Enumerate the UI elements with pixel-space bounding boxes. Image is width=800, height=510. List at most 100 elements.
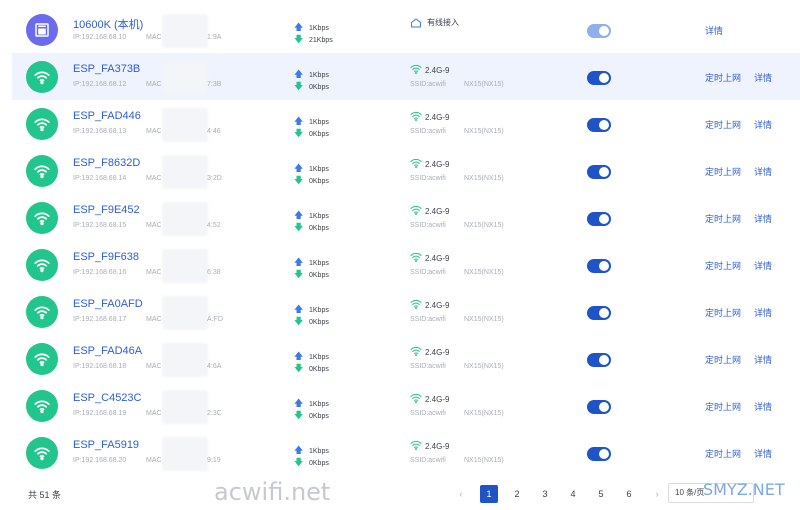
connection-type: 2.4G-9 (410, 111, 449, 123)
device-ssid: SSID:acwifi (410, 128, 446, 135)
connection-type: 有线接入 (410, 17, 459, 28)
device-name[interactable]: 10600K (本机) (73, 16, 143, 32)
upload-value: 1Kbps (309, 353, 329, 361)
page-3-button[interactable]: 3 (536, 485, 554, 503)
schedule-link[interactable]: 定时上网 (705, 118, 741, 131)
schedule-link[interactable]: 定时上网 (705, 306, 741, 319)
wifi-device-icon (26, 437, 58, 469)
band-label: 2.4G-9 (425, 112, 450, 122)
connection-type: 2.4G-9 (410, 393, 449, 405)
device-mac-label: MAC (146, 81, 162, 88)
detail-link[interactable]: 详情 (754, 165, 772, 178)
device-name[interactable]: ESP_FA5919 (73, 439, 139, 451)
toggle-knob (599, 120, 609, 130)
network-access-toggle[interactable] (587, 353, 611, 367)
page-6-button[interactable]: 6 (620, 485, 638, 503)
device-mac-label: MAC (146, 128, 162, 135)
device-ip: IP:192.168.68.16 (73, 269, 127, 276)
device-ip: IP:192.168.68.15 (73, 222, 127, 229)
device-row: ESP_FAD46A IP:192.168.68.18 MAC 4:6A 🡅 1K… (0, 335, 800, 382)
page-5-button[interactable]: 5 (592, 485, 610, 503)
page-1-button[interactable]: 1 (480, 485, 498, 503)
upload-value: 1Kbps (309, 71, 329, 79)
schedule-link[interactable]: 定时上网 (705, 165, 741, 178)
device-name[interactable]: ESP_F8632D (73, 157, 140, 169)
device-ip: IP:192.168.68.17 (73, 316, 127, 323)
download-value: 0Kbps (309, 224, 329, 232)
prev-page-button[interactable]: ‹ (452, 485, 470, 503)
upload-value: 1Kbps (309, 118, 329, 126)
schedule-link[interactable]: 定时上网 (705, 400, 741, 413)
network-access-toggle[interactable] (587, 165, 611, 179)
device-name[interactable]: ESP_F9E452 (73, 204, 140, 216)
wifi-signal-icon (410, 64, 425, 76)
download-rate: 🡇 0Kbps (294, 79, 329, 95)
device-name[interactable]: ESP_FAD446 (73, 110, 141, 122)
detail-link[interactable]: 详情 (754, 353, 772, 366)
device-ip: IP:192.168.68.20 (73, 457, 127, 464)
detail-link[interactable]: 详情 (754, 306, 772, 319)
detail-link[interactable]: 详情 (754, 71, 772, 84)
band-label: 2.4G-9 (425, 394, 450, 404)
network-access-toggle[interactable] (587, 71, 611, 85)
network-access-toggle[interactable] (587, 24, 611, 38)
detail-link[interactable]: 详情 (754, 118, 772, 131)
network-access-toggle[interactable] (587, 306, 611, 320)
device-name[interactable]: ESP_C4523C (73, 392, 142, 404)
detail-link[interactable]: 详情 (754, 400, 772, 413)
device-row: ESP_FA373B IP:192.168.68.12 MAC 7:3B 🡅 1K… (12, 53, 800, 100)
device-ssid: SSID:acwifi (410, 175, 446, 182)
device-mac-label: MAC (146, 222, 162, 229)
schedule-link[interactable]: 定时上网 (705, 71, 741, 84)
device-name[interactable]: ESP_F9F638 (73, 251, 139, 263)
device-name[interactable]: ESP_FAD46A (73, 345, 142, 357)
page-2-button[interactable]: 2 (508, 485, 526, 503)
network-access-toggle[interactable] (587, 212, 611, 226)
download-rate: 🡇 0Kbps (294, 220, 329, 236)
toggle-knob (599, 73, 609, 83)
download-arrow-icon: 🡇 (294, 81, 304, 91)
next-page-button[interactable]: › (648, 485, 666, 503)
wifi-signal-icon (410, 252, 425, 264)
wifi-device-icon (26, 343, 58, 375)
schedule-link[interactable]: 定时上网 (705, 353, 741, 366)
detail-link[interactable]: 详情 (754, 212, 772, 225)
device-mac-tail: 6:38 (207, 269, 221, 276)
detail-link[interactable]: 详情 (754, 447, 772, 460)
download-arrow-icon: 🡇 (294, 269, 304, 279)
download-value: 0Kbps (309, 318, 329, 326)
download-rate: 🡇 0Kbps (294, 408, 329, 424)
upload-value: 1Kbps (309, 400, 329, 408)
download-arrow-icon: 🡇 (294, 457, 304, 467)
watermark: acwifi.net (214, 478, 331, 506)
band-label: 2.4G-9 (425, 347, 450, 357)
toggle-knob (599, 261, 609, 271)
network-access-toggle[interactable] (587, 118, 611, 132)
detail-link[interactable]: 详情 (754, 259, 772, 272)
detail-link[interactable]: 详情 (705, 24, 723, 37)
network-access-toggle[interactable] (587, 400, 611, 414)
connection-type: 2.4G-9 (410, 64, 449, 76)
network-access-toggle[interactable] (587, 447, 611, 461)
wifi-device-icon (26, 61, 58, 93)
wifi-signal-icon (410, 205, 425, 217)
download-rate: 🡇 21Kbps (294, 32, 333, 48)
connection-type: 2.4G-9 (410, 252, 449, 264)
network-access-toggle[interactable] (587, 259, 611, 273)
device-name[interactable]: ESP_FA0AFD (73, 298, 143, 310)
page-4-button[interactable]: 4 (564, 485, 582, 503)
device-name[interactable]: ESP_FA373B (73, 63, 140, 75)
connection-type: 2.4G-9 (410, 346, 449, 358)
schedule-link[interactable]: 定时上网 (705, 447, 741, 460)
mac-redaction (162, 155, 208, 189)
device-row: ESP_F9F638 IP:192.168.68.16 MAC 6:38 🡅 1K… (0, 241, 800, 288)
toggle-knob (599, 26, 609, 36)
schedule-link[interactable]: 定时上网 (705, 212, 741, 225)
mac-redaction (162, 343, 208, 377)
mac-redaction (162, 390, 208, 424)
schedule-link[interactable]: 定时上网 (705, 259, 741, 272)
device-ap-model: NX15(NX15) (464, 269, 504, 276)
device-ap-model: NX15(NX15) (464, 222, 504, 229)
download-rate: 🡇 0Kbps (294, 267, 329, 283)
download-arrow-icon: 🡇 (294, 222, 304, 232)
